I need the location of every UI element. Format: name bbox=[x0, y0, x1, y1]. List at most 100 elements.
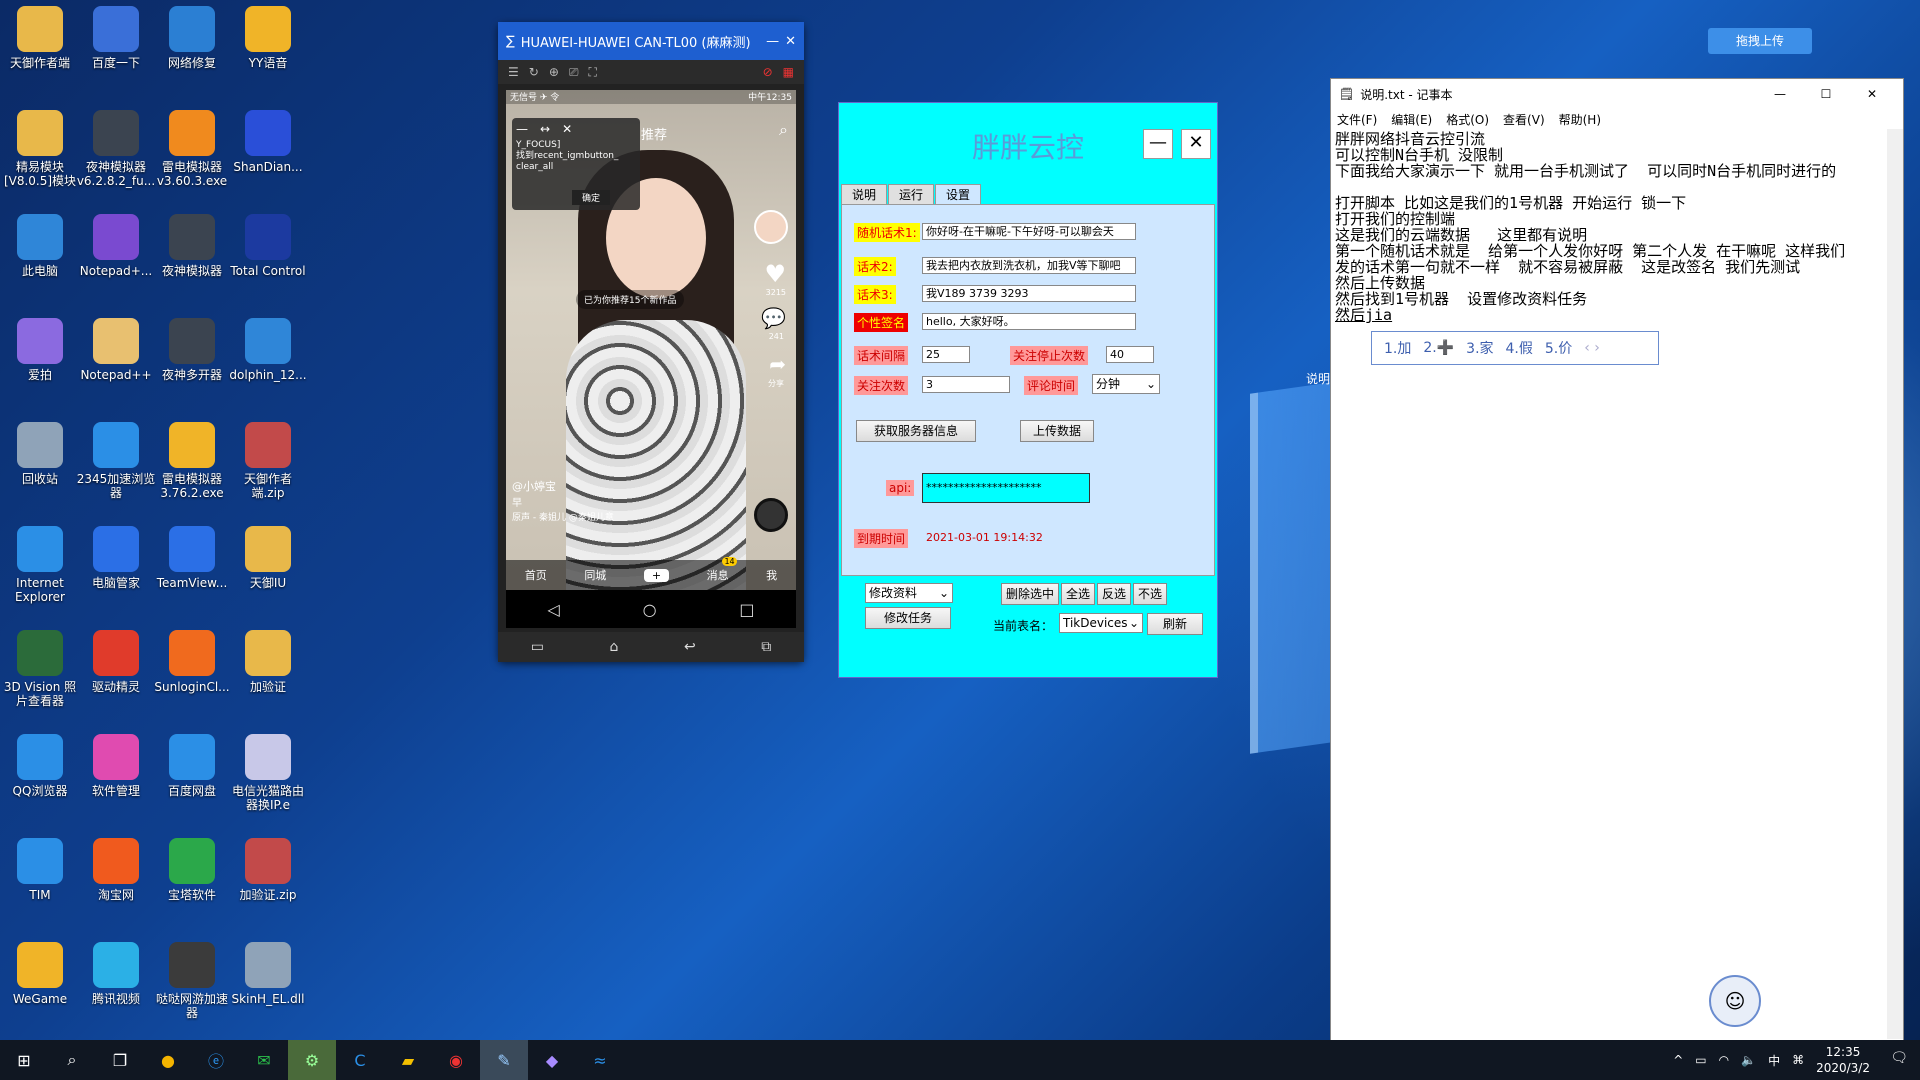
desktop-icon[interactable]: 驱动精灵 bbox=[76, 630, 156, 694]
dolphin-icon[interactable]: ≈ bbox=[576, 1040, 624, 1080]
desktop-icon[interactable]: 百度一下 bbox=[76, 6, 156, 70]
netease-music-icon[interactable]: ◉ bbox=[432, 1040, 480, 1080]
tab-run[interactable]: 运行 bbox=[888, 184, 935, 204]
desktop-icon[interactable]: 精易模块[V8.0.5]模块 bbox=[0, 110, 80, 188]
heart-icon[interactable]: ♥ bbox=[764, 260, 786, 288]
share-icon[interactable]: ➦ bbox=[769, 352, 786, 376]
tab-settings[interactable]: 设置 bbox=[935, 184, 982, 204]
desktop-icon[interactable]: ShanDian... bbox=[228, 110, 308, 174]
debug-dialog[interactable]: — ↔ ✕ Y_FOCUS] 找到recent_igmbutton_ clear_a… bbox=[512, 118, 640, 210]
desktop-icon[interactable]: 爱拍 bbox=[0, 318, 80, 382]
desktop-icon[interactable]: 百度网盘 bbox=[152, 734, 232, 798]
desktop-icon[interactable]: 电信光猫路由器换IP.e bbox=[228, 734, 308, 812]
desktop-icon[interactable]: 电脑管家 bbox=[76, 526, 156, 590]
tray-expand-icon[interactable]: ^ bbox=[1673, 1053, 1683, 1067]
back-icon[interactable]: ◁ bbox=[547, 600, 559, 619]
script3-input[interactable]: 我V189 3739 3293 bbox=[922, 285, 1136, 302]
desktop-icon[interactable]: 天御IU bbox=[228, 526, 308, 590]
desktop-file-label[interactable]: 说明 bbox=[1306, 370, 1330, 387]
desktop-icon[interactable]: 淘宝网 bbox=[76, 838, 156, 902]
desktop-icon[interactable]: 夜神多开器 bbox=[152, 318, 232, 382]
minimize-icon[interactable]: — bbox=[766, 34, 779, 49]
nav-me[interactable]: 我 bbox=[766, 567, 777, 583]
select-all-button[interactable]: 全选 bbox=[1061, 583, 1095, 605]
music-info[interactable]: 原声 - 秦姐儿 @秦姐儿意 bbox=[512, 510, 614, 523]
desktop-icon[interactable]: TeamView... bbox=[152, 526, 232, 590]
menu-file[interactable]: 文件(F) bbox=[1337, 111, 1377, 128]
menu-help[interactable]: 帮助(H) bbox=[1559, 111, 1601, 128]
nav-local[interactable]: 同城 bbox=[584, 567, 606, 583]
minimize-icon[interactable]: — bbox=[1757, 87, 1803, 101]
action-select[interactable]: 修改资料 ⌄ bbox=[865, 583, 953, 603]
scrollbar[interactable] bbox=[1887, 129, 1903, 1039]
wechat-icon[interactable]: ✉ bbox=[240, 1040, 288, 1080]
ime-candidate[interactable]: 3.家 bbox=[1466, 338, 1493, 358]
desktop-icon[interactable]: TIM bbox=[0, 838, 80, 902]
search-icon[interactable]: ⌕ bbox=[779, 120, 788, 140]
desktop-icon[interactable]: 2345加速浏览器 bbox=[76, 422, 156, 500]
desktop-icon[interactable]: 软件管理 bbox=[76, 734, 156, 798]
username[interactable]: @小婷宝 bbox=[512, 478, 556, 494]
start-button[interactable]: ⊞ bbox=[0, 1040, 48, 1080]
select-none-button[interactable]: 不选 bbox=[1133, 583, 1167, 605]
home-icon[interactable]: ○ bbox=[643, 600, 657, 619]
menu-view[interactable]: 查看(V) bbox=[1503, 111, 1545, 128]
switch-key-icon[interactable]: ⧉ bbox=[761, 639, 771, 655]
desktop-icon[interactable]: 宝塔软件 bbox=[152, 838, 232, 902]
dialog-resize-icon[interactable]: ↔ bbox=[540, 122, 550, 136]
ime-candidate[interactable]: 5.价 bbox=[1545, 338, 1572, 358]
avatar[interactable] bbox=[754, 210, 788, 244]
desktop-icon[interactable]: 腾讯视频 bbox=[76, 942, 156, 1006]
assistant-robot-icon[interactable]: ☺ bbox=[1709, 975, 1761, 1027]
search-icon[interactable]: ⌕ bbox=[48, 1040, 96, 1080]
script2-input[interactable]: 我去把内衣放到洗衣机，加我V等下聊吧 bbox=[922, 257, 1136, 274]
stop-icon[interactable]: ⊘ bbox=[763, 65, 773, 79]
nav-create-button[interactable]: + bbox=[643, 568, 670, 582]
battery-icon[interactable]: ▭ bbox=[1695, 1053, 1706, 1067]
desktop-icon[interactable]: 夜神模拟器 v6.2.8.2_fu... bbox=[76, 110, 156, 188]
upload-widget-button[interactable]: 拖拽上传 bbox=[1708, 28, 1812, 54]
desktop-icon[interactable]: 雷电模拟器 3.76.2.exe bbox=[152, 422, 232, 500]
maximize-icon[interactable]: ☐ bbox=[1803, 87, 1849, 101]
desktop-icon[interactable]: 此电脑 bbox=[0, 214, 80, 278]
grid-icon[interactable]: ▦ bbox=[783, 65, 794, 79]
nav-home[interactable]: 首页 bbox=[525, 567, 547, 583]
ime-candidate[interactable]: 4.假 bbox=[1506, 338, 1533, 358]
app-minimize-button[interactable]: — bbox=[1143, 129, 1173, 159]
ime-page-icon[interactable]: ‹ › bbox=[1584, 340, 1600, 356]
dialog-confirm-button[interactable]: 确定 bbox=[572, 190, 611, 205]
desktop-icon[interactable]: Internet Explorer bbox=[0, 526, 80, 604]
ime-settings-icon[interactable]: ⌘ bbox=[1792, 1053, 1804, 1067]
desktop-icon[interactable]: YY语音 bbox=[228, 6, 308, 70]
cloud-control-window[interactable]: 胖胖云控 — ✕ 说明 运行 设置 随机话术1: 你好呀-在干嘛呢-下午好呀-可… bbox=[838, 102, 1218, 678]
menu-edit[interactable]: 编辑(E) bbox=[1391, 111, 1432, 128]
notepad-window[interactable]: 🗒 说明.txt - 记事本 — ☐ ✕ 文件(F) 编辑(E) 格式(O) 查… bbox=[1330, 78, 1904, 1042]
task-view-icon[interactable]: ❐ bbox=[96, 1040, 144, 1080]
back-key-icon[interactable]: ↩ bbox=[684, 639, 696, 655]
follow-count-input[interactable]: 3 bbox=[922, 376, 1010, 393]
interval-input[interactable]: 25 bbox=[922, 346, 970, 363]
clock[interactable]: 12:35 2020/3/2 bbox=[1816, 1044, 1870, 1076]
phone-screen[interactable]: 无信号 ✈ 令 中午12:35 推荐 ⌕ — ↔ ✕ Y_FOCUS] 找到rece… bbox=[506, 90, 796, 590]
notepad-titlebar[interactable]: 🗒 说明.txt - 记事本 — ☐ ✕ bbox=[1331, 79, 1903, 109]
rotate-icon[interactable]: ↻ bbox=[529, 65, 539, 79]
phone-titlebar[interactable]: ∑ HUAWEI-HUAWEI CAN-TL00 (麻麻测) — ✕ bbox=[498, 22, 804, 60]
desktop-icon[interactable]: 天御作者端 bbox=[0, 6, 80, 70]
script1-input[interactable]: 你好呀-在干嘛呢-下午好呀-可以聊会天 bbox=[922, 223, 1136, 240]
desktop-icon[interactable]: SkinH_EL.dll bbox=[228, 942, 308, 1006]
record-icon[interactable]: ⎚ bbox=[569, 65, 579, 80]
notepad-text-area[interactable]: 胖胖网络抖音云控引流 可以控制N台手机 没限制 下面我给大家演示一下 就用一台手… bbox=[1331, 129, 1903, 325]
menu-icon[interactable]: ☰ bbox=[508, 65, 519, 79]
current-table-select[interactable]: TikDevices ⌄ bbox=[1059, 613, 1143, 633]
script-tool-icon[interactable]: ⚙ bbox=[288, 1040, 336, 1080]
browser-icon[interactable]: ⓔ bbox=[192, 1040, 240, 1080]
desktop-icon[interactable]: 雷电模拟器 v3.60.3.exe bbox=[152, 110, 232, 188]
nav-messages[interactable]: 消息 14 bbox=[707, 557, 737, 583]
follow-stop-input[interactable]: 40 bbox=[1106, 346, 1154, 363]
signature-input[interactable]: hello, 大家好呀。 bbox=[922, 313, 1136, 330]
menu-key-icon[interactable]: ▭ bbox=[531, 639, 544, 655]
total-control-icon[interactable]: C bbox=[336, 1040, 384, 1080]
desktop-icon[interactable]: Notepad++ bbox=[76, 318, 156, 382]
ime-candidate[interactable]: 1.加 bbox=[1384, 338, 1411, 358]
desktop-icon[interactable]: 回收站 bbox=[0, 422, 80, 486]
